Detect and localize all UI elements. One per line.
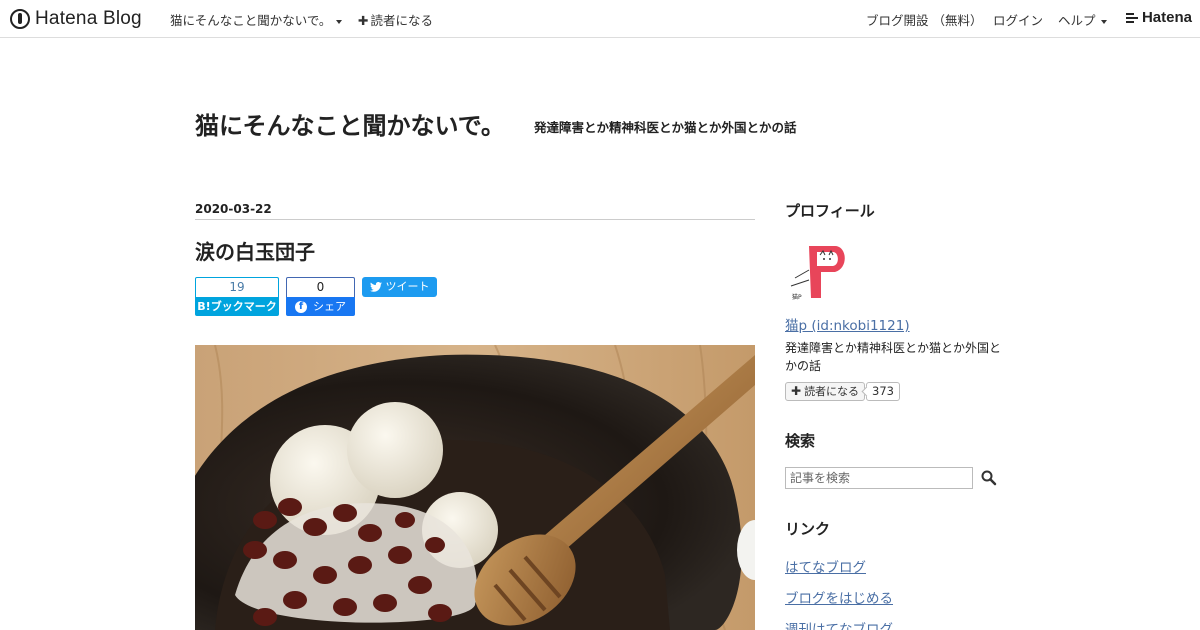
facebook-share-count: 0 — [286, 277, 355, 297]
hatena-bookmark-icon: B! — [197, 300, 211, 313]
hatena-blog-logo[interactable]: Hatena Blog — [10, 8, 142, 30]
links-heading: リンク — [785, 520, 831, 538]
entry-title[interactable]: 涙の白玉団子 — [195, 236, 315, 265]
open-blog-link[interactable]: ブログ開設 （無料） — [866, 10, 982, 29]
shiratama-photo — [195, 345, 755, 630]
profile-description: 発達障害とか精神科医とか猫とか外国とかの話 — [785, 341, 1002, 373]
facebook-share-text: シェア — [313, 300, 346, 313]
avatar-image: 猫P — [785, 238, 849, 302]
link-start-blog[interactable]: ブログをはじめる — [785, 587, 893, 607]
blog-menu-dropdown[interactable]: 猫にそんなこと聞かないで。 — [170, 10, 343, 29]
profile-heading: プロフィール — [785, 202, 875, 220]
subscribe-link[interactable]: ✚ 読者になる — [358, 10, 433, 29]
hatena-logo[interactable]: Hatena — [1125, 9, 1192, 26]
help-label: ヘルプ — [1058, 13, 1096, 28]
hatena-blog-logo-text: Hatena Blog — [35, 8, 142, 29]
link-weekly-hatena-blog[interactable]: 週刊はてなブログ — [785, 618, 893, 630]
subscriber-count[interactable]: 373 — [866, 382, 900, 401]
hatena-mark-icon — [1125, 12, 1138, 24]
sidebar-subscribe-button[interactable]: ✚ 読者になる — [785, 382, 866, 401]
top-bar: Hatena Blog 猫にそんなこと聞かないで。 ✚ 読者になる ブログ開設 （… — [0, 0, 1200, 38]
hatena-logo-text: Hatena — [1141, 9, 1192, 26]
blog-menu-label: 猫にそんなこと聞かないで。 — [170, 13, 332, 28]
date-divider — [195, 219, 755, 220]
hatena-blog-logo-icon — [10, 9, 30, 29]
subscribe-label: 読者になる — [370, 13, 433, 28]
hatena-bookmark-button[interactable]: 19 B!ブックマーク — [195, 277, 279, 316]
search-heading: 検索 — [785, 432, 816, 450]
facebook-icon: f — [295, 300, 307, 313]
entry-date[interactable]: 2020-03-22 — [195, 202, 272, 216]
search-icon[interactable] — [980, 469, 998, 487]
search-input[interactable] — [785, 467, 973, 489]
profile-avatar[interactable]: 猫P — [785, 238, 849, 302]
blog-title[interactable]: 猫にそんなこと聞かないで。 — [195, 106, 505, 141]
twitter-bird-icon — [369, 282, 382, 292]
avatar-caption: 猫P — [792, 293, 802, 301]
plus-icon: ✚ — [358, 13, 369, 28]
facebook-share-label: f シェア — [286, 297, 355, 316]
plus-icon: ✚ — [791, 384, 802, 398]
facebook-share-button[interactable]: 0 f シェア — [286, 277, 355, 316]
link-hatena-blog[interactable]: はてなブログ — [785, 556, 866, 576]
chevron-down-icon — [336, 19, 343, 24]
tweet-button[interactable]: ツイート — [362, 277, 437, 297]
bookmark-count[interactable]: 19 — [195, 277, 279, 297]
bookmark-label-text: ブックマーク — [210, 300, 277, 313]
tweet-label: ツイート — [385, 280, 430, 293]
login-link[interactable]: ログイン — [993, 10, 1043, 29]
sidebar-subscribe-label: 読者になる — [804, 385, 860, 398]
chevron-down-icon — [1100, 19, 1107, 24]
blog-description: 発達障害とか精神科医とか猫とか外国とかの話 — [534, 120, 797, 135]
profile-user-link[interactable]: 猫p (id:nkobi1121) — [785, 314, 910, 334]
entry-photo — [195, 345, 755, 630]
help-dropdown[interactable]: ヘルプ — [1058, 10, 1107, 29]
bookmark-label: B!ブックマーク — [195, 297, 279, 316]
